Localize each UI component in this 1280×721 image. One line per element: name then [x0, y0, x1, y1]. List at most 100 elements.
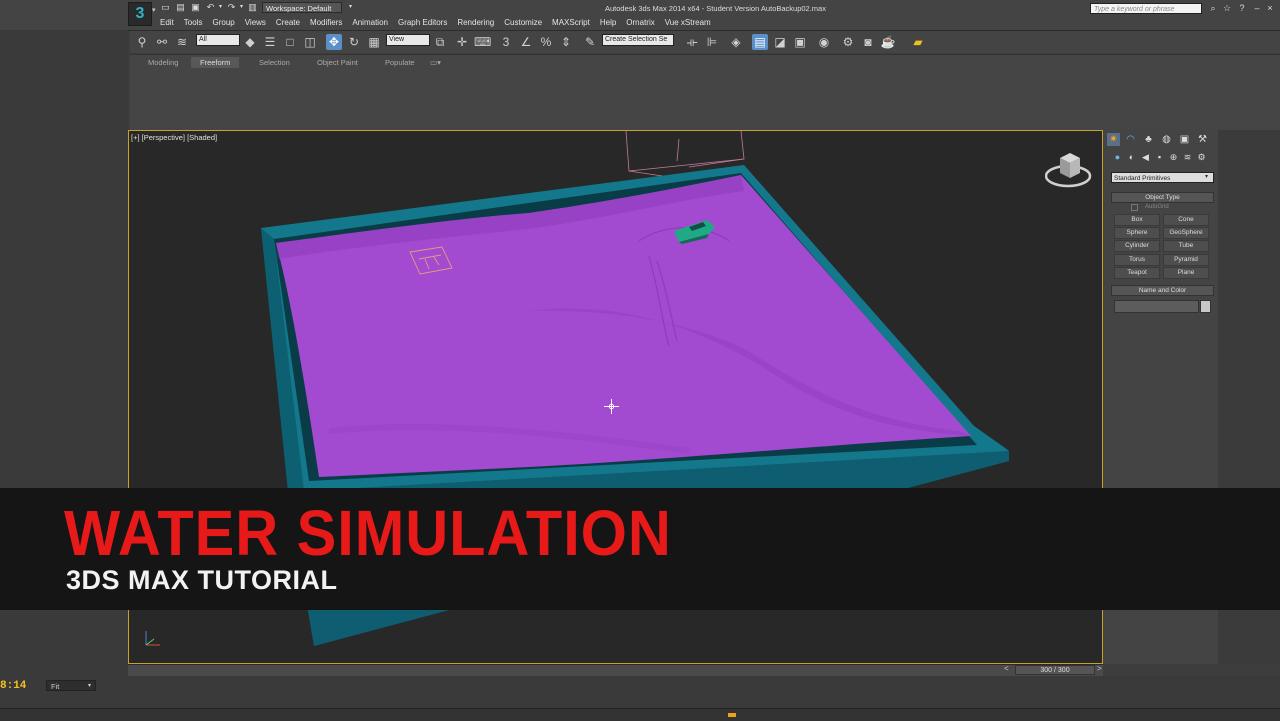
systems-icon[interactable]: ⚙	[1196, 152, 1207, 163]
help-icon[interactable]: ?	[1236, 3, 1248, 13]
save-file-icon[interactable]: ▣	[190, 3, 201, 12]
object-color-swatch[interactable]	[1200, 300, 1211, 313]
tab-object-paint[interactable]: Object Paint	[308, 57, 367, 68]
menu-group[interactable]: Group	[207, 17, 239, 29]
select-manipulate-icon[interactable]: ✛	[454, 34, 470, 50]
geometry-icon[interactable]: ●	[1112, 152, 1123, 163]
menu-views[interactable]: Views	[240, 17, 271, 29]
mirror-icon[interactable]: ⟛	[684, 34, 700, 50]
spinner-snap-icon[interactable]: ⇕	[558, 34, 574, 50]
project-folder-icon[interactable]: ▥	[247, 3, 258, 12]
next-frame-icon[interactable]: >	[1097, 664, 1102, 673]
window-crossing-icon[interactable]: ◫	[302, 34, 318, 50]
named-selection-sets-dropdown[interactable]: Create Selection Se	[602, 34, 674, 46]
dropdown-chevron-icon[interactable]: ▾	[1205, 173, 1208, 180]
close-icon[interactable]: ×	[1264, 3, 1276, 13]
previous-frame-icon[interactable]: <	[1004, 664, 1009, 673]
redo-dropdown-icon[interactable]: ▾	[236, 3, 247, 12]
rendered-frame-window-icon[interactable]: ◙	[860, 34, 876, 50]
sphere-button[interactable]: Sphere	[1114, 227, 1160, 239]
ribbon-options-icon[interactable]: ▭▾	[426, 57, 445, 68]
utilities-panel-icon[interactable]: ⚒	[1196, 133, 1209, 146]
menu-maxscript[interactable]: MAXScript	[547, 17, 595, 29]
app-logo-icon[interactable]: 3	[128, 2, 152, 26]
menu-create[interactable]: Create	[271, 17, 305, 29]
percent-snap-icon[interactable]: %	[538, 34, 554, 50]
hierarchy-panel-icon[interactable]: ♣	[1142, 133, 1155, 146]
tube-button[interactable]: Tube	[1163, 240, 1209, 252]
link-icon[interactable]: ⚲	[134, 34, 150, 50]
viewcube-icon[interactable]	[1044, 148, 1095, 194]
minimize-icon[interactable]: –	[1251, 3, 1263, 13]
viewport-label[interactable]: [+] [Perspective] [Shaded]	[131, 133, 217, 142]
select-move-icon[interactable]: ✥	[326, 34, 342, 50]
menu-vue-xstream[interactable]: Vue xStream	[660, 17, 716, 29]
rectangular-region-icon[interactable]: □	[282, 34, 298, 50]
menu-animation[interactable]: Animation	[347, 17, 393, 29]
select-rotate-icon[interactable]: ↻	[346, 34, 362, 50]
tab-selection[interactable]: Selection	[250, 57, 299, 68]
create-panel-icon[interactable]: ✷	[1107, 133, 1120, 146]
torus-button[interactable]: Torus	[1114, 254, 1160, 266]
reference-coordinate-dropdown[interactable]: View	[386, 34, 430, 46]
bind-space-warp-icon[interactable]: ≋	[174, 34, 190, 50]
tab-freeform[interactable]: Freeform	[191, 57, 240, 68]
render-setup-icon[interactable]: ⚙	[840, 34, 856, 50]
material-editor-icon[interactable]: ◉	[816, 34, 832, 50]
cameras-icon[interactable]: ▪	[1154, 152, 1165, 163]
shapes-icon[interactable]: ◐	[1126, 152, 1137, 163]
menu-modifiers[interactable]: Modifiers	[305, 17, 347, 29]
object-type-rollout[interactable]: Object Type	[1111, 192, 1214, 203]
menu-customize[interactable]: Customize	[499, 17, 547, 29]
select-object-icon[interactable]: ◆	[242, 34, 258, 50]
motion-panel-icon[interactable]: ◍	[1160, 133, 1173, 146]
box-button[interactable]: Box	[1114, 214, 1160, 226]
subscription-icon[interactable]: ☆	[1221, 3, 1233, 13]
menu-ornatrix[interactable]: Ornatrix	[621, 17, 659, 29]
object-name-input[interactable]	[1114, 300, 1199, 313]
edit-named-selection-icon[interactable]: ✎	[582, 34, 598, 50]
lights-icon[interactable]: ◀	[1140, 152, 1151, 163]
cylinder-button[interactable]: Cylinder	[1114, 240, 1160, 252]
object-category-dropdown[interactable]: Standard Primitives	[1111, 172, 1214, 183]
modify-panel-icon[interactable]: ◠	[1124, 133, 1137, 146]
render-production-icon[interactable]: ☕	[880, 34, 896, 50]
align-icon[interactable]: ⊫	[704, 34, 720, 50]
schematic-view-icon[interactable]: ▣	[792, 34, 808, 50]
menu-rendering[interactable]: Rendering	[452, 17, 499, 29]
new-file-icon[interactable]: ▭	[160, 3, 171, 12]
teapot-button[interactable]: Teapot	[1114, 267, 1160, 279]
selection-filter-dropdown[interactable]: All	[196, 34, 240, 46]
pyramid-button[interactable]: Pyramid	[1163, 254, 1209, 266]
angle-snap-icon[interactable]: ∠	[518, 34, 534, 50]
snaps-toggle-icon[interactable]: 3	[498, 34, 514, 50]
menu-graph-editors[interactable]: Graph Editors	[393, 17, 452, 29]
undo-dropdown-icon[interactable]: ▾	[215, 3, 226, 12]
binoculars-icon[interactable]: ⌕	[1207, 3, 1219, 13]
graphite-toggle-icon[interactable]: ▤	[752, 34, 768, 50]
cone-button[interactable]: Cone	[1163, 214, 1209, 226]
tab-modeling[interactable]: Modeling	[139, 57, 187, 68]
select-by-name-icon[interactable]: ☰	[262, 34, 278, 50]
app-menu-chevron-icon[interactable]: ▾	[152, 6, 156, 14]
search-input[interactable]: Type a keyword or phrase	[1090, 3, 1202, 14]
helpers-icon[interactable]: ⊕	[1168, 152, 1179, 163]
quick-access-chevron-icon[interactable]: ▾	[345, 3, 356, 12]
plane-button[interactable]: Plane	[1163, 267, 1209, 279]
menu-tools[interactable]: Tools	[179, 17, 208, 29]
render-in-cloud-icon[interactable]: ▰	[910, 34, 926, 50]
zoom-fit-dropdown[interactable]: Fit ▾	[46, 680, 96, 691]
geosphere-button[interactable]: GeoSphere	[1163, 227, 1209, 239]
keyboard-shortcut-icon[interactable]: ⌨	[474, 34, 491, 50]
display-panel-icon[interactable]: ▣	[1178, 133, 1191, 146]
space-warps-icon[interactable]: ≋	[1182, 152, 1193, 163]
menu-edit[interactable]: Edit	[155, 17, 179, 29]
pivot-center-icon[interactable]: ⧉	[432, 34, 448, 50]
layer-manager-icon[interactable]: ◈	[728, 34, 744, 50]
open-file-icon[interactable]: ▤	[175, 3, 186, 12]
menu-help[interactable]: Help	[595, 17, 621, 29]
frame-counter[interactable]: 300 / 300	[1015, 665, 1095, 675]
workspace-dropdown[interactable]: Workspace: Default	[262, 2, 342, 13]
curve-editor-icon[interactable]: ◪	[772, 34, 788, 50]
tab-populate[interactable]: Populate	[376, 57, 424, 68]
